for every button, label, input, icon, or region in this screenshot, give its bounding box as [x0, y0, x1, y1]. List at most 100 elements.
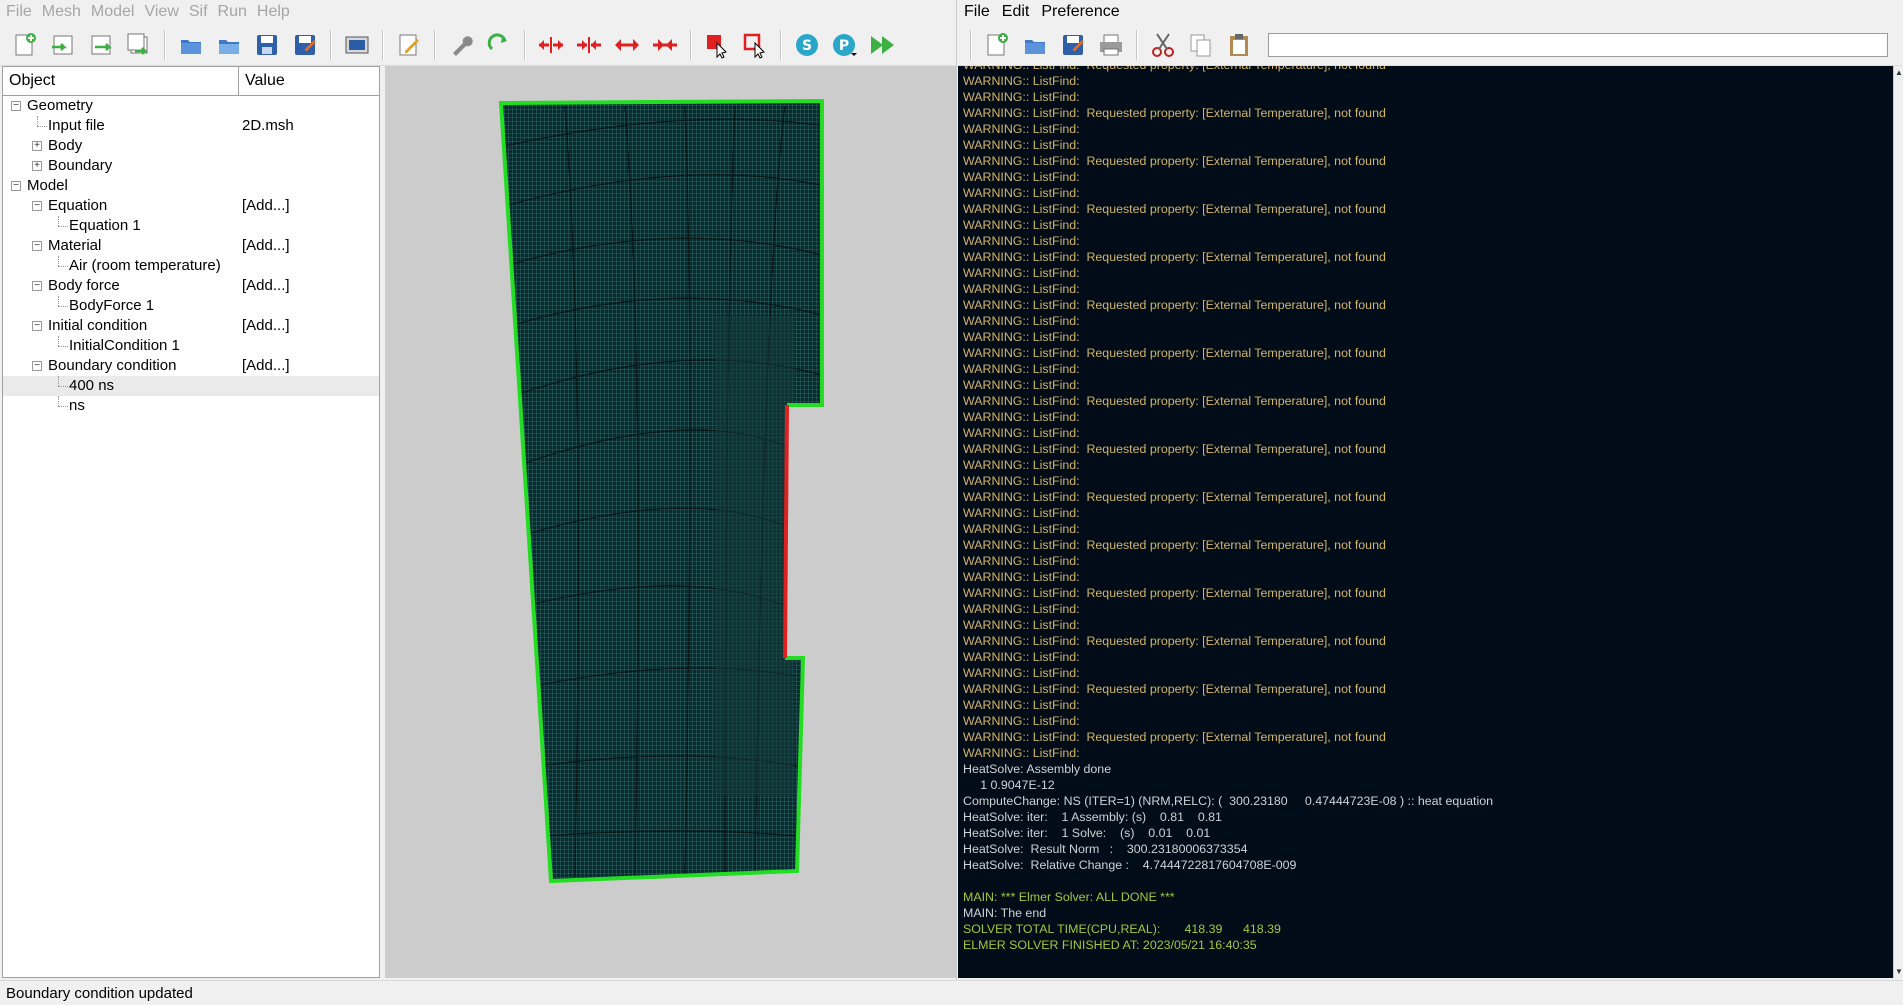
tree-item[interactable]: Input file 2D.msh	[3, 116, 379, 136]
log-line: WARNING:: ListFind:	[963, 170, 1080, 184]
log-line: WARNING:: ListFind:	[963, 698, 1080, 712]
collapse-icon[interactable]: −	[11, 181, 21, 191]
tree-item-value[interactable]: [Add...]	[242, 316, 290, 336]
elmergui-window: File Mesh Model View Sif Run Help S P Ob…	[0, 0, 957, 1005]
divide-edge-icon[interactable]	[610, 28, 644, 62]
copy-icon[interactable]	[1184, 28, 1218, 62]
menu-file[interactable]: File	[6, 3, 32, 21]
solver-log-window: File Edit Preference WARNING:: ListFind: R…	[958, 0, 1903, 1005]
main-toolbar: S P	[0, 24, 956, 66]
column-header-object[interactable]: Object	[3, 67, 239, 95]
save-icon[interactable]	[250, 28, 284, 62]
collapse-icon[interactable]: −	[32, 361, 42, 371]
tree-item[interactable]: − Boundary condition [Add...]	[3, 356, 379, 376]
tree-item-value[interactable]: 2D.msh	[242, 116, 294, 136]
log-line: WARNING:: ListFind: Requested property: …	[963, 346, 1386, 360]
new-project-icon[interactable]	[8, 28, 42, 62]
tree-item[interactable]: − Initial condition [Add...]	[3, 316, 379, 336]
scroll-down-icon[interactable]: ▼	[1895, 967, 1903, 976]
wrench-icon[interactable]	[444, 28, 478, 62]
tree-item[interactable]: − Equation [Add...]	[3, 196, 379, 216]
menu-view[interactable]: View	[144, 3, 178, 21]
object-tree[interactable]: Object Value − Geometry Input file 2D.msh + B…	[2, 66, 380, 978]
select-boundary-icon[interactable]	[738, 28, 772, 62]
unify-surface-icon[interactable]	[572, 28, 606, 62]
tree-item-value[interactable]: [Add...]	[242, 236, 290, 256]
folder-icon[interactable]	[212, 28, 246, 62]
log-line: HeatSolve: Relative Change : 4.744472281…	[963, 858, 1297, 872]
collapse-icon[interactable]: −	[11, 101, 21, 111]
open-mesh-icon[interactable]	[46, 28, 80, 62]
menu-run[interactable]: Run	[218, 3, 247, 21]
tree-item[interactable]: − Material [Add...]	[3, 236, 379, 256]
save-file-icon[interactable]	[1056, 28, 1090, 62]
log-search-input[interactable]	[1268, 32, 1888, 57]
screenshot-icon[interactable]	[340, 28, 374, 62]
remesh-icon[interactable]	[482, 28, 516, 62]
tree-branch-line	[58, 336, 59, 346]
collapse-icon[interactable]: −	[32, 241, 42, 251]
tree-item-value[interactable]: [Add...]	[242, 276, 290, 296]
log-line: WARNING:: ListFind:	[963, 474, 1080, 488]
tree-item-label: InitialCondition 1	[69, 337, 180, 354]
menu-model[interactable]: Model	[91, 3, 135, 21]
tree-item[interactable]: BodyForce 1	[3, 296, 379, 316]
print-icon[interactable]	[1094, 28, 1128, 62]
tree-item[interactable]: ns	[3, 396, 379, 416]
open-project-icon[interactable]	[174, 28, 208, 62]
paste-icon[interactable]	[1222, 28, 1256, 62]
parallel-icon[interactable]: P	[828, 28, 862, 62]
log-menu-file[interactable]: File	[964, 3, 990, 21]
log-line: WARNING:: ListFind:	[963, 378, 1080, 392]
column-header-value[interactable]: Value	[239, 67, 291, 95]
new-file-icon[interactable]	[980, 28, 1014, 62]
tree-header: Object Value	[3, 67, 379, 96]
cut-icon[interactable]	[1146, 28, 1180, 62]
tree-item[interactable]: + Body	[3, 136, 379, 156]
expand-icon[interactable]: +	[32, 141, 42, 151]
collapse-icon[interactable]: −	[32, 281, 42, 291]
log-line: WARNING:: ListFind: Requested property: …	[963, 250, 1386, 264]
tree-item[interactable]: 400 ns	[3, 376, 379, 396]
mesh-viewport[interactable]	[385, 66, 957, 978]
menu-mesh[interactable]: Mesh	[42, 3, 81, 21]
log-line: WARNING:: ListFind:	[963, 122, 1080, 136]
tree-body: − Geometry Input file 2D.msh + Body + Boundary −…	[3, 96, 379, 416]
tree-item-label: Geometry	[27, 97, 93, 114]
menu-sif[interactable]: Sif	[189, 3, 208, 21]
log-line: WARNING:: ListFind: Requested property: …	[963, 634, 1386, 648]
log-menu-preference[interactable]: Preference	[1041, 3, 1119, 21]
open-file-icon[interactable]	[1018, 28, 1052, 62]
tree-item[interactable]: Equation 1	[3, 216, 379, 236]
tree-item-label: Initial condition	[48, 317, 148, 334]
scroll-up-icon[interactable]: ▲	[1895, 68, 1903, 77]
tree-item-value[interactable]: [Add...]	[242, 196, 290, 216]
solver-log-output[interactable]: WARNING:: ListFind: Requested property: …	[958, 66, 1893, 978]
tree-item[interactable]: − Geometry	[3, 96, 379, 116]
load-mesh-icon[interactable]	[84, 28, 118, 62]
tree-item[interactable]: InitialCondition 1	[3, 336, 379, 356]
generate-sif-icon[interactable]: S	[790, 28, 824, 62]
tree-item[interactable]: − Model	[3, 176, 379, 196]
collapse-icon[interactable]: −	[32, 201, 42, 211]
tree-item-value[interactable]: [Add...]	[242, 356, 290, 376]
tree-item[interactable]: Air (room temperature)	[3, 256, 379, 276]
run-solver-icon[interactable]	[866, 28, 900, 62]
log-menu-edit[interactable]: Edit	[1002, 3, 1030, 21]
save-as-icon[interactable]	[288, 28, 322, 62]
expand-icon[interactable]: +	[32, 161, 42, 171]
mesh-canvas[interactable]	[385, 66, 957, 978]
tree-item[interactable]: − Body force [Add...]	[3, 276, 379, 296]
collapse-icon[interactable]: −	[32, 321, 42, 331]
unify-edge-icon[interactable]	[648, 28, 682, 62]
divide-surface-icon[interactable]	[534, 28, 568, 62]
tree-item[interactable]: + Boundary	[3, 156, 379, 176]
save-mesh-icon[interactable]	[122, 28, 156, 62]
menu-help[interactable]: Help	[257, 3, 290, 21]
boundary-red-edge[interactable]	[783, 404, 789, 659]
log-line: WARNING:: ListFind:	[963, 234, 1080, 248]
edit-sif-icon[interactable]	[392, 28, 426, 62]
select-body-icon[interactable]	[700, 28, 734, 62]
log-scrollbar[interactable]: ▲ ▼	[1893, 66, 1903, 978]
